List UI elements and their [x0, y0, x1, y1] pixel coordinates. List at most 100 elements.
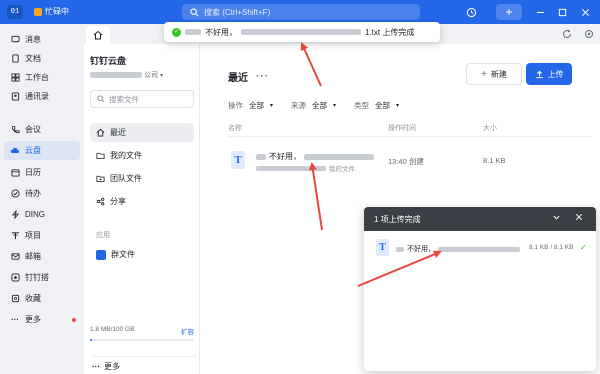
- drive-more-button[interactable]: ··· 更多: [92, 356, 196, 372]
- storage-bar: [90, 339, 194, 341]
- busy-status[interactable]: 忙碌中: [34, 6, 69, 17]
- nav-item-calendar[interactable]: 日历: [4, 163, 80, 182]
- drive-nav-label: 团队文件: [110, 174, 142, 183]
- nav-item-label: 项目: [25, 231, 41, 240]
- history-icon[interactable]: [466, 5, 477, 19]
- favorite-icon: [10, 294, 20, 304]
- group-files-link[interactable]: 群文件: [96, 249, 135, 260]
- ding-icon: [10, 210, 20, 220]
- file-location: 我的文件: [256, 163, 355, 173]
- nav-item-favorites[interactable]: 收藏: [4, 289, 80, 308]
- file-size: 8.1 KB: [483, 156, 506, 165]
- upload-file-prefix: 不好用，: [407, 246, 435, 253]
- builder-icon: [10, 273, 20, 283]
- expand-storage-link[interactable]: 扩容: [181, 326, 194, 336]
- storage-usage: 1.8 MB/100 GB 扩容: [90, 326, 194, 341]
- column-size: 大小: [483, 125, 497, 132]
- filter-value: 全部: [312, 101, 328, 110]
- nav-item-builder[interactable]: 钉钉搭: [4, 268, 80, 287]
- cloud-icon: [10, 146, 20, 156]
- drive-search-input[interactable]: 搜索文件: [90, 90, 194, 108]
- global-search-bar[interactable]: 搜索 (Ctrl+Shift+F): [182, 4, 420, 20]
- org-suffix: 公司: [144, 72, 158, 79]
- caret-down-icon: ▾: [270, 103, 274, 109]
- nav-item-label: DING: [25, 210, 45, 219]
- refresh-icon[interactable]: [562, 27, 572, 41]
- nav-item-mail[interactable]: 邮箱: [4, 247, 80, 266]
- nav-item-ding[interactable]: DING: [4, 205, 80, 224]
- nav-item-label: 日历: [25, 168, 41, 177]
- nav-item-messages[interactable]: 消息: [4, 30, 80, 49]
- project-icon: [10, 231, 20, 241]
- nav-item-label: 收藏: [25, 294, 41, 303]
- filter-source[interactable]: 来源 全部 ▾: [291, 100, 336, 111]
- filter-type[interactable]: 类型 全部 ▾: [354, 100, 399, 111]
- drive-nav-label: 分享: [110, 197, 126, 206]
- nav-item-project[interactable]: 项目: [4, 226, 80, 245]
- redacted-text: [185, 29, 201, 35]
- close-icon[interactable]: [581, 5, 590, 19]
- drive-nav-recent[interactable]: 最近: [90, 123, 194, 142]
- todo-icon: [10, 189, 20, 199]
- toast-prefix: 不好用，: [205, 27, 237, 37]
- nav-item-drive[interactable]: 云盘: [4, 141, 80, 160]
- org-switcher[interactable]: 公司 ▾: [90, 70, 163, 80]
- page-title-text: 最近: [228, 73, 248, 84]
- upload-file-size: 8.1 KB / 8.1 KB: [529, 244, 574, 251]
- redacted-text: [438, 246, 520, 252]
- redacted-text: [256, 153, 266, 160]
- plus-icon: +: [481, 68, 487, 80]
- upload-panel-title: 1 项上传完成: [374, 214, 421, 224]
- upload-panel-header: 1 项上传完成: [364, 207, 596, 231]
- nav-item-label: 会议: [25, 125, 41, 134]
- nav-item-more[interactable]: ··· 更多: [4, 310, 80, 329]
- maximize-icon[interactable]: [558, 5, 567, 19]
- drive-nav-team-files[interactable]: 团队文件: [90, 169, 194, 188]
- drive-nav-label: 最近: [110, 128, 126, 137]
- filter-operation[interactable]: 操作 全部 ▾: [228, 100, 273, 111]
- contacts-icon: [10, 92, 20, 102]
- tab-home[interactable]: [86, 26, 110, 44]
- home-icon: [93, 30, 103, 40]
- nav-item-workbench[interactable]: 工作台: [4, 68, 80, 87]
- upload-icon: [535, 70, 543, 78]
- upload-button[interactable]: 上传: [526, 63, 572, 85]
- phone-icon: [10, 125, 20, 135]
- nav-item-label: 文档: [25, 54, 41, 63]
- filter-bar: 操作 全部 ▾ 来源 全部 ▾ 类型 全部 ▾: [228, 100, 399, 111]
- settings-icon[interactable]: [584, 27, 594, 41]
- column-name: 名称: [228, 125, 242, 132]
- text-file-icon: T: [376, 239, 389, 256]
- nav-item-docs[interactable]: 文档: [4, 49, 80, 68]
- toast-suffix: 1.txt 上传完成: [365, 27, 415, 37]
- nav-item-label: 更多: [25, 315, 41, 324]
- drive-nav-share[interactable]: 分享: [90, 192, 194, 211]
- create-button[interactable]: +: [496, 4, 522, 20]
- drive-nav-my-files[interactable]: 我的文件: [90, 146, 194, 165]
- new-button[interactable]: + 新建: [466, 63, 522, 85]
- folder-icon: [96, 152, 105, 160]
- close-icon[interactable]: [575, 213, 583, 223]
- drive-nav-label: 我的文件: [110, 151, 142, 160]
- apps-icon: [10, 73, 20, 83]
- minimize-icon[interactable]: [536, 5, 545, 19]
- collapse-chevron-icon[interactable]: [552, 213, 561, 224]
- user-avatar[interactable]: 01: [7, 5, 23, 19]
- status-icon: [34, 7, 42, 16]
- column-time: 操作时间: [388, 125, 416, 132]
- more-options-icon[interactable]: ···: [256, 71, 269, 82]
- upload-item[interactable]: T 不好用， 8.1 KB / 8.1 KB ✓: [364, 235, 596, 261]
- file-name: 不好用，: [256, 151, 374, 162]
- nav-item-todo[interactable]: 待办: [4, 184, 80, 203]
- nav-item-meeting[interactable]: 会议: [4, 120, 80, 139]
- nav-item-label: 消息: [25, 35, 41, 44]
- nav-item-label: 工作台: [25, 73, 49, 82]
- more-icon: ···: [11, 315, 19, 324]
- page-title: 最近 ···: [228, 69, 269, 84]
- filter-value: 全部: [249, 101, 264, 110]
- nav-item-contacts[interactable]: 通讯录: [4, 87, 80, 106]
- home-icon: [96, 128, 105, 137]
- table-row[interactable]: T 不好用， 我的文件 13:40 创建 8.1 KB: [228, 144, 592, 178]
- calendar-icon: [10, 168, 20, 178]
- filter-value: 全部: [375, 101, 391, 110]
